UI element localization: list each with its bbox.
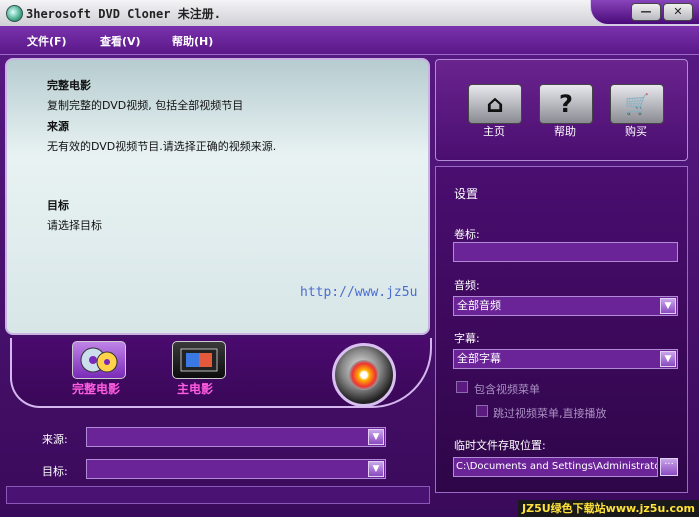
menu-help[interactable]: 帮助(H) xyxy=(172,33,213,49)
source-description: 无有效的DVD视频节目.请选择正确的视频来源. xyxy=(47,140,277,153)
main-movie-button[interactable] xyxy=(172,341,226,379)
app-window: 3herosoft DVD Cloner 未注册. — ✕ 文件(F) 查看(V… xyxy=(0,0,699,517)
title-bar: 3herosoft DVD Cloner 未注册. — ✕ xyxy=(0,0,699,27)
close-button[interactable]: ✕ xyxy=(663,3,693,21)
full-movie-label[interactable]: 完整电影 xyxy=(72,380,120,397)
source-label: 来源: xyxy=(42,433,68,446)
cart-icon: 🛒 xyxy=(624,92,650,116)
chevron-down-icon[interactable]: ▼ xyxy=(660,351,676,367)
mode-description: 复制完整的DVD视频, 包括全部视频节目 xyxy=(47,99,244,112)
home-label: 主页 xyxy=(483,125,505,138)
window-title: 3herosoft DVD Cloner 未注册. xyxy=(26,7,221,21)
film-icon xyxy=(180,348,218,372)
skip-menu-label: 跳过视频菜单,直接播放 xyxy=(493,407,607,420)
buy-label: 购买 xyxy=(625,125,647,138)
settings-title: 设置 xyxy=(454,187,479,201)
full-movie-button[interactable] xyxy=(72,341,126,379)
target-select[interactable]: ▼ xyxy=(86,459,386,479)
include-menu-label: 包含视频菜单 xyxy=(474,383,540,396)
disc-copy-icon xyxy=(80,347,118,373)
volume-label: 卷标: xyxy=(454,228,480,241)
include-menu-checkbox[interactable] xyxy=(456,381,468,393)
main-movie-label[interactable]: 主电影 xyxy=(177,380,213,397)
subtitle-select[interactable]: 全部字幕 ▼ xyxy=(453,349,678,369)
start-copy-button[interactable] xyxy=(332,343,396,407)
home-icon: ⌂ xyxy=(486,90,504,118)
target-title: 目标 xyxy=(47,199,69,212)
skip-menu-checkbox[interactable] xyxy=(476,405,488,417)
download-site-badge: JZ5U绿色下载站www.jz5u.com xyxy=(518,500,699,517)
status-bar xyxy=(6,486,430,504)
help-button[interactable]: ? xyxy=(539,84,593,124)
volume-input[interactable] xyxy=(453,242,678,262)
target-description: 请选择目标 xyxy=(47,219,102,232)
watermark-url: http://www.jz5u xyxy=(300,285,418,300)
audio-value: 全部音频 xyxy=(457,299,501,312)
target-label: 目标: xyxy=(42,465,68,478)
menu-bar: 文件(F) 查看(V) 帮助(H) xyxy=(0,26,699,55)
chevron-down-icon[interactable]: ▼ xyxy=(368,429,384,445)
help-icon: ? xyxy=(559,90,573,118)
chevron-down-icon[interactable]: ▼ xyxy=(660,298,676,314)
source-select[interactable]: ▼ xyxy=(86,427,386,447)
mode-title: 完整电影 xyxy=(47,79,91,92)
help-label: 帮助 xyxy=(554,125,576,138)
top-buttons-panel: ⌂ 主页 ? 帮助 🛒 购买 xyxy=(435,59,688,161)
browse-button[interactable]: ··· xyxy=(660,458,678,476)
menu-file[interactable]: 文件(F) xyxy=(27,33,67,49)
app-disc-icon xyxy=(6,5,23,22)
temp-folder-path: C:\Documents and Settings\Administrator\ xyxy=(456,461,658,472)
menu-view[interactable]: 查看(V) xyxy=(100,33,141,49)
settings-panel: 设置 卷标: 音频: 全部音频 ▼ 字幕: 全部字幕 ▼ 包含视频菜单 跳过视频… xyxy=(435,166,688,493)
minimize-button[interactable]: — xyxy=(631,3,661,21)
audio-label: 音频: xyxy=(454,279,480,292)
subtitle-value: 全部字幕 xyxy=(457,352,501,365)
source-title: 来源 xyxy=(47,120,69,133)
window-controls: — ✕ xyxy=(590,0,699,25)
buy-button[interactable]: 🛒 xyxy=(610,84,664,124)
subtitle-label: 字幕: xyxy=(454,332,480,345)
chevron-down-icon[interactable]: ▼ xyxy=(368,461,384,477)
temp-folder-label: 临时文件存取位置: xyxy=(454,439,546,452)
home-button[interactable]: ⌂ xyxy=(468,84,522,124)
copy-disc-icon xyxy=(349,360,379,390)
temp-folder-input[interactable]: C:\Documents and Settings\Administrator\ xyxy=(453,457,658,477)
audio-select[interactable]: 全部音频 ▼ xyxy=(453,296,678,316)
